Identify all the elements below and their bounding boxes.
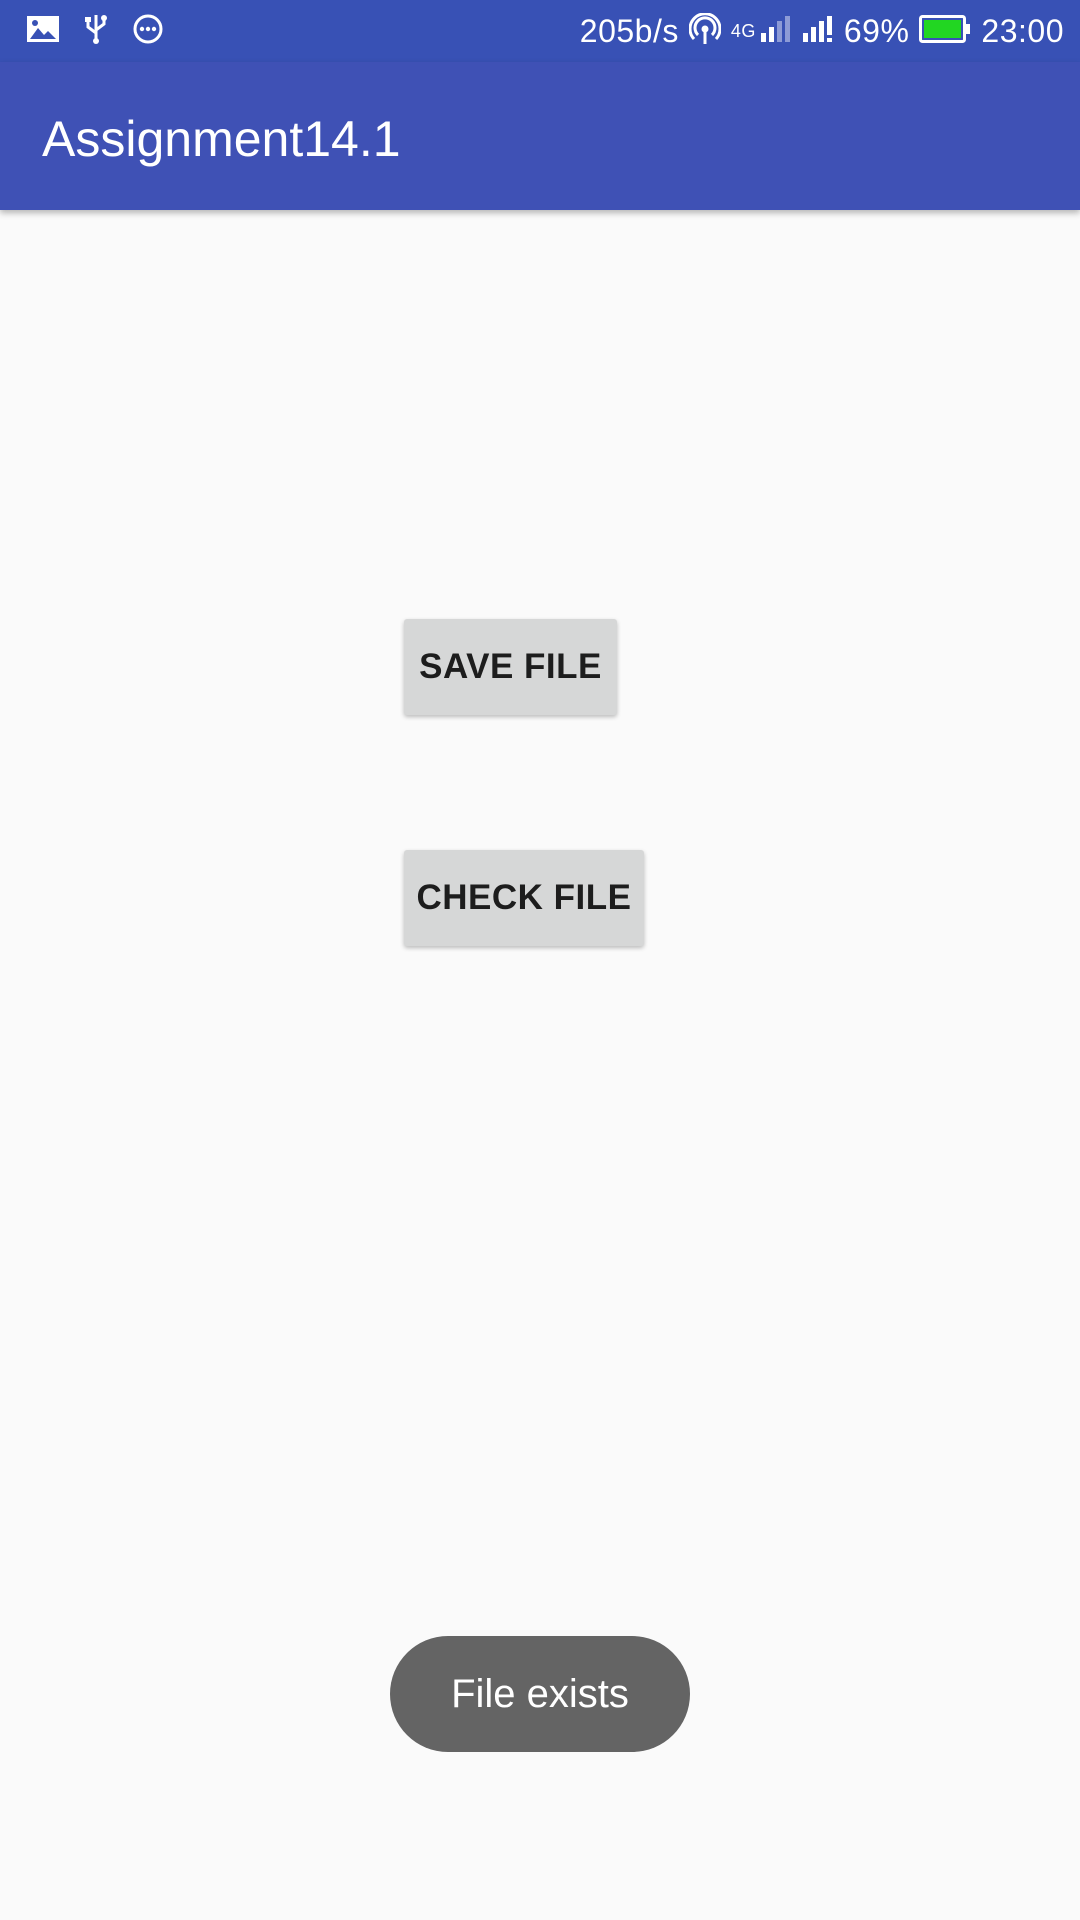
app-title: Assignment14.1	[42, 111, 401, 167]
check-file-button[interactable]: CHECK FILE	[404, 850, 644, 946]
more-icon	[132, 13, 164, 50]
hotspot-icon	[688, 11, 722, 50]
network-speed: 205b/s	[579, 12, 679, 49]
battery-percent: 69%	[843, 12, 910, 49]
usb-icon	[84, 13, 108, 50]
signal-icon	[802, 15, 834, 48]
status-bar: 205b/s 4G 69% 23:00	[0, 0, 1080, 62]
status-bar-right: 205b/s 4G 69% 23:00	[570, 11, 1064, 50]
signal-icon	[760, 15, 792, 48]
save-file-button[interactable]: SAVE FILE	[404, 619, 617, 715]
network-type: 4G	[730, 20, 756, 41]
image-icon	[26, 15, 60, 48]
toast-message: File exists	[390, 1636, 690, 1752]
battery-icon	[919, 14, 971, 48]
clock: 23:00	[981, 12, 1064, 49]
status-bar-left	[26, 13, 188, 50]
app-bar: Assignment14.1	[0, 62, 1080, 210]
